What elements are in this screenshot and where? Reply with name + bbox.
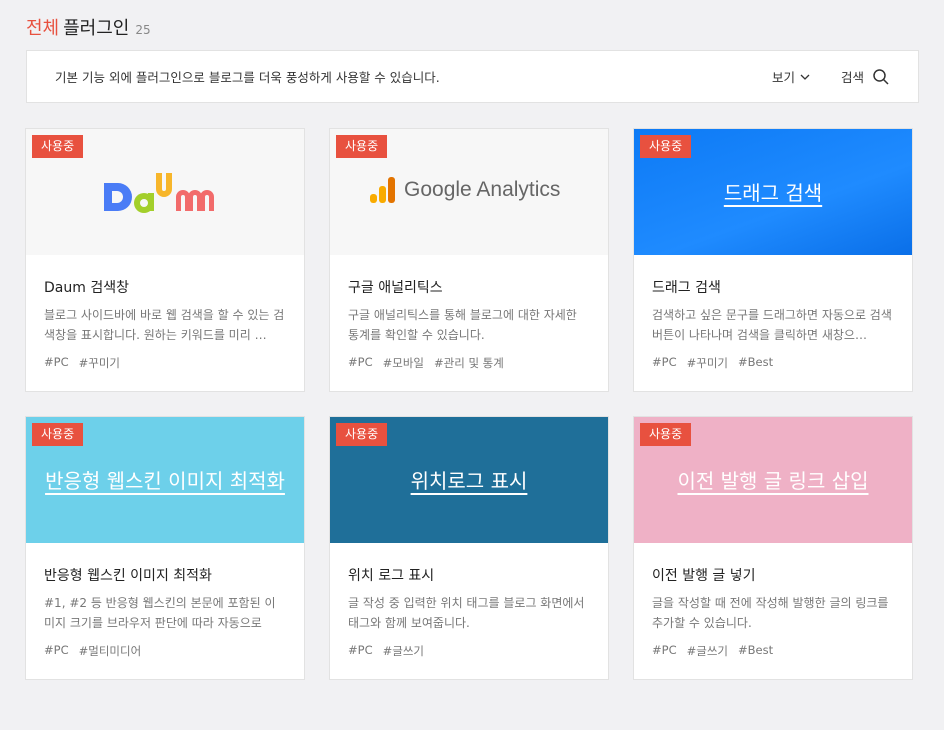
card-title[interactable]: 이전 발행 글 넣기 <box>652 565 894 585</box>
card-thumbnail[interactable]: 반응형 웹스킨 이미지 최적화 사용중 <box>26 417 304 543</box>
card-description: 검색하고 싶은 문구를 드래그하면 자동으로 검색 버튼이 나타나며 검색을 클… <box>652 308 892 342</box>
tag[interactable]: #글쓰기 <box>383 643 424 659</box>
tag-list: #PC #꾸미기 <box>44 355 286 371</box>
search-button[interactable]: 검색 <box>841 67 890 86</box>
page-title: 플러그인 <box>63 18 130 39</box>
info-description: 기본 기능 외에 플러그인으로 블로그를 더욱 풍성하게 사용할 수 있습니다. <box>55 70 440 85</box>
card-thumbnail[interactable]: Google Analytics 사용중 <box>330 129 608 255</box>
status-badge: 사용중 <box>336 423 388 446</box>
tag[interactable]: #글쓰기 <box>687 643 728 659</box>
tag[interactable]: #PC <box>348 355 373 371</box>
tag[interactable]: #모바일 <box>383 355 424 371</box>
card-thumbnail[interactable]: 이전 발행 글 링크 삽입 사용중 <box>634 417 912 543</box>
card-title[interactable]: 드래그 검색 <box>652 277 894 297</box>
plugin-card-responsive-image[interactable]: 반응형 웹스킨 이미지 최적화 사용중 반응형 웹스킨 이미지 최적화 #1, … <box>25 416 305 680</box>
tag[interactable]: #PC <box>652 643 677 659</box>
page-header: 전체 플러그인 25 <box>26 14 151 40</box>
thumbnail-title: 반응형 웹스킨 이미지 최적화 <box>45 469 285 493</box>
tag-list: #PC #모바일 #관리 및 통계 <box>348 355 590 371</box>
plugin-card-daum[interactable]: 사용중 Daum 검색창 블로그 사이드바에 바로 웹 검색을 할 수 있는 검… <box>25 128 305 392</box>
tag-list: #PC #멀티미디어 <box>44 643 286 659</box>
thumbnail-title: 드래그 검색 <box>723 181 823 205</box>
card-description: 블로그 사이드바에 바로 웹 검색을 할 수 있는 검색창을 표시합니다. 원하… <box>44 308 285 342</box>
plugin-card-drag-search[interactable]: 드래그 검색 사용중 드래그 검색 검색하고 싶은 문구를 드래그하면 자동으로… <box>633 128 913 392</box>
daum-logo <box>26 169 304 229</box>
status-badge: 사용중 <box>640 135 692 158</box>
search-label: 검색 <box>840 70 864 85</box>
thumbnail-title: 이전 발행 글 링크 삽입 <box>677 469 869 493</box>
tag[interactable]: #PC <box>44 643 69 659</box>
plugin-count: 25 <box>135 23 151 37</box>
tag[interactable]: #Best <box>738 643 773 659</box>
card-thumbnail[interactable]: 사용중 <box>26 129 304 255</box>
tag[interactable]: #꾸미기 <box>687 355 728 371</box>
card-description: 구글 애널리틱스를 통해 블로그에 대한 자세한 통계를 확인할 수 있습니다. <box>348 308 577 342</box>
card-description: #1, #2 등 반응형 웹스킨의 본문에 포함된 이미지 크기를 브라우저 판… <box>44 596 276 630</box>
plugin-card-google-analytics[interactable]: Google Analytics 사용중 구글 애널리틱스 구글 애널리틱스를 … <box>329 128 609 392</box>
google-analytics-logo: Google Analytics <box>370 177 560 203</box>
card-description: 글 작성 중 입력한 위치 태그를 블로그 화면에서 태그와 함께 보여줍니다. <box>348 596 585 630</box>
status-badge: 사용중 <box>640 423 692 446</box>
plugin-card-location-log[interactable]: 위치로그 표시 사용중 위치 로그 표시 글 작성 중 입력한 위치 태그를 블… <box>329 416 609 680</box>
view-dropdown[interactable]: 보기 <box>772 67 811 86</box>
thumbnail-title: 위치로그 표시 <box>410 469 528 493</box>
card-title[interactable]: 위치 로그 표시 <box>348 565 590 585</box>
card-title[interactable]: Daum 검색창 <box>44 277 286 297</box>
tag-list: #PC #글쓰기 <box>348 643 590 659</box>
card-thumbnail[interactable]: 위치로그 표시 사용중 <box>330 417 608 543</box>
tag[interactable]: #Best <box>738 355 773 371</box>
tag[interactable]: #꾸미기 <box>79 355 120 371</box>
card-description: 글을 작성할 때 전에 작성해 발행한 글의 링크를 추가할 수 있습니다. <box>652 596 889 630</box>
tag[interactable]: #PC <box>652 355 677 371</box>
logo-text: Google Analytics <box>404 178 561 201</box>
card-title[interactable]: 구글 애널리틱스 <box>348 277 590 297</box>
status-badge: 사용중 <box>336 135 388 158</box>
tag[interactable]: #PC <box>44 355 69 371</box>
header-accent[interactable]: 전체 <box>26 14 59 40</box>
tag-list: #PC #꾸미기 #Best <box>652 355 894 371</box>
analytics-bars-icon <box>370 177 395 203</box>
tag[interactable]: #PC <box>348 643 373 659</box>
info-bar: 기본 기능 외에 플러그인으로 블로그를 더욱 풍성하게 사용할 수 있습니다.… <box>26 50 919 103</box>
search-icon <box>873 68 889 85</box>
chevron-down-icon <box>800 74 810 80</box>
plugin-card-previous-posts[interactable]: 이전 발행 글 링크 삽입 사용중 이전 발행 글 넣기 글을 작성할 때 전에… <box>633 416 913 680</box>
tag[interactable]: #멀티미디어 <box>79 643 142 659</box>
status-badge: 사용중 <box>32 135 84 158</box>
view-label: 보기 <box>771 70 795 85</box>
tag-list: #PC #글쓰기 #Best <box>652 643 894 659</box>
status-badge: 사용중 <box>32 423 84 446</box>
card-title[interactable]: 반응형 웹스킨 이미지 최적화 <box>44 565 286 585</box>
tag[interactable]: #관리 및 통계 <box>434 355 504 371</box>
card-thumbnail[interactable]: 드래그 검색 사용중 <box>634 129 912 255</box>
